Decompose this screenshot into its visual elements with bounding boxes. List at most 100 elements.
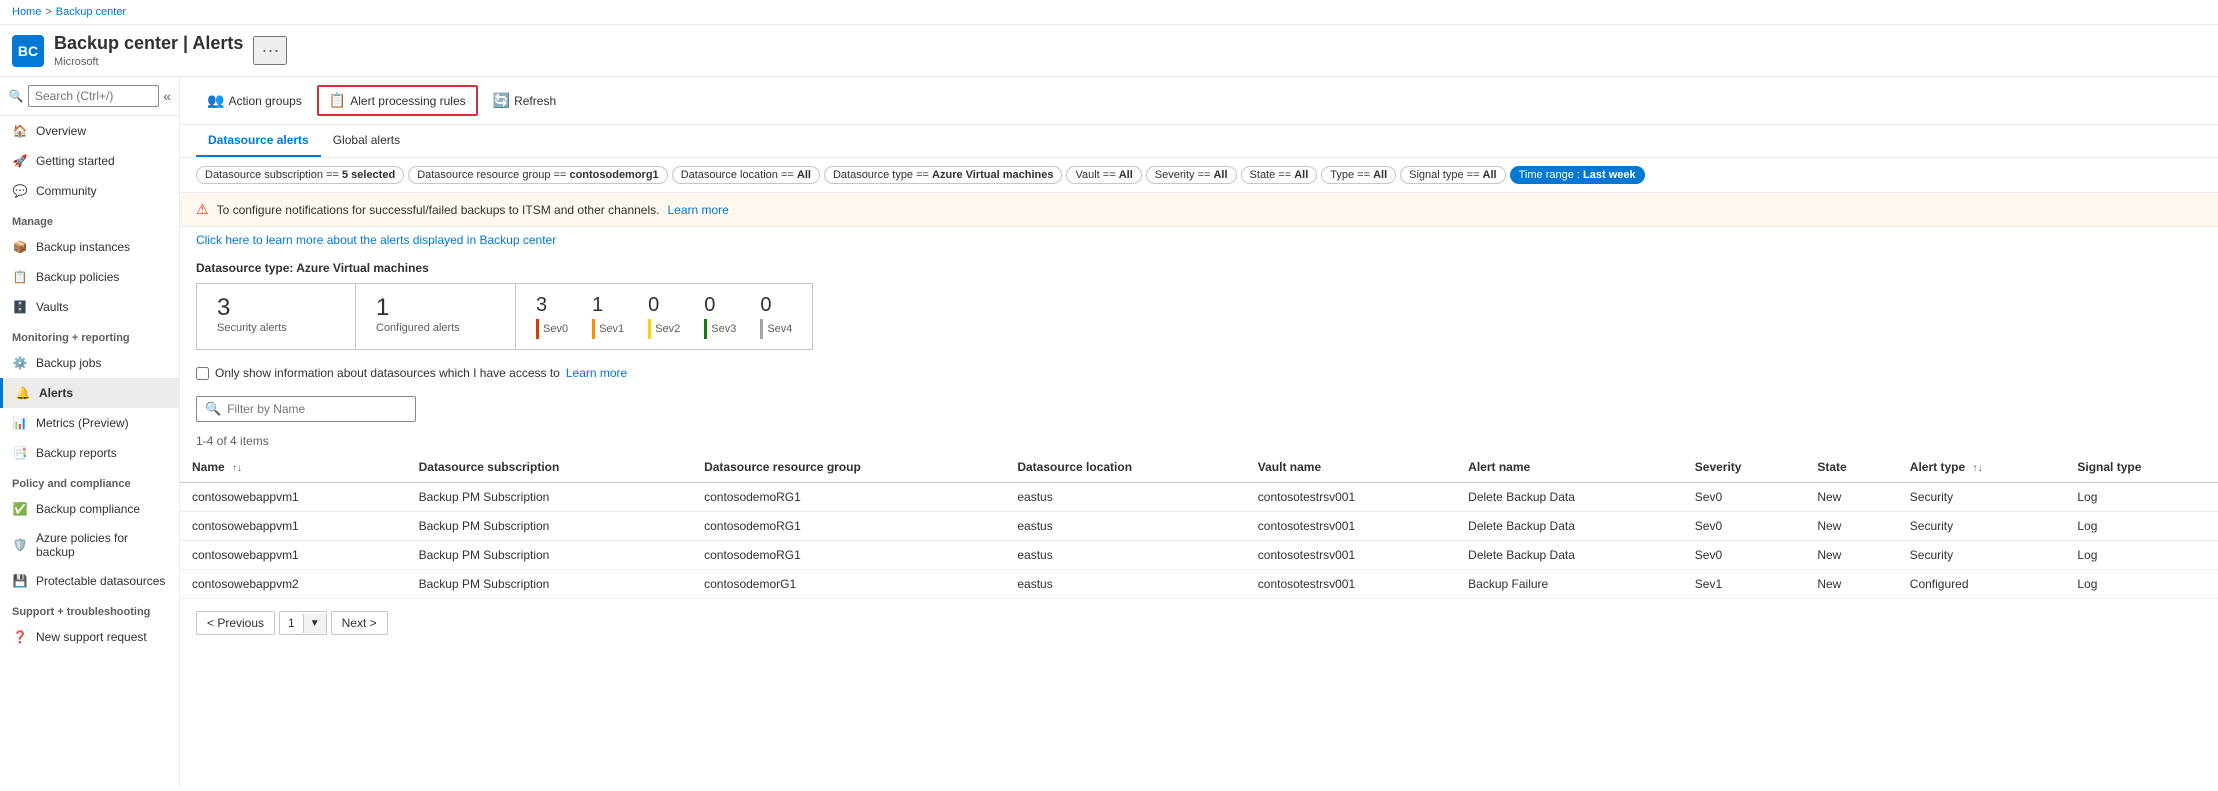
tab-datasource-alerts[interactable]: Datasource alerts <box>196 125 321 157</box>
cell-alert-name: Delete Backup Data <box>1456 541 1683 570</box>
getting-started-icon: 🚀 <box>12 153 28 169</box>
sidebar-item-overview[interactable]: 🏠 Overview <box>0 116 179 146</box>
col-header-subscription: Datasource subscription <box>407 452 692 483</box>
refresh-button[interactable]: 🔄 Refresh <box>482 86 567 115</box>
table-row[interactable]: contosowebappvm1Backup PM Subscriptionco… <box>180 512 2218 541</box>
col-header-alert-type[interactable]: Alert type ↑↓ <box>1898 452 2066 483</box>
sidebar-search-area: 🔍 « <box>0 77 179 116</box>
info-link[interactable]: Click here to learn more about the alert… <box>180 227 2218 253</box>
sidebar-item-label: Metrics (Preview) <box>36 416 129 430</box>
severity-bars: 3 Sev0 1 Sev1 0 <box>516 283 813 350</box>
cell-state: New <box>1805 483 1897 512</box>
next-button[interactable]: Next > <box>331 611 388 635</box>
sidebar-section-monitoring: Monitoring + reporting <box>0 322 179 348</box>
tab-global-alerts[interactable]: Global alerts <box>321 125 412 157</box>
refresh-label: Refresh <box>514 94 556 108</box>
filter-resource-group[interactable]: Datasource resource group == contosodemo… <box>408 166 668 184</box>
summary-card-security[interactable]: 3 Security alerts <box>196 283 356 350</box>
cell-severity: Sev0 <box>1683 483 1806 512</box>
col-header-location: Datasource location <box>1005 452 1245 483</box>
sort-icon-name: ↑↓ <box>232 463 242 474</box>
filter-signal-type[interactable]: Signal type == All <box>1400 166 1505 184</box>
cell-alert-type: Security <box>1898 512 2066 541</box>
filter-time-range[interactable]: Time range : Last week <box>1510 166 1645 184</box>
more-button[interactable]: ··· <box>253 36 287 65</box>
breadcrumb-current[interactable]: Backup center <box>56 6 126 18</box>
sev3-count: 0 <box>704 294 715 317</box>
page-chevron[interactable]: ▼ <box>303 614 326 633</box>
sidebar-section-manage: Manage <box>0 206 179 232</box>
sidebar-item-label: Protectable datasources <box>36 574 165 588</box>
access-filter-checkbox[interactable] <box>196 367 209 380</box>
app-icon: BC <box>12 35 44 67</box>
sidebar: 🔍 « 🏠 Overview 🚀 Getting started 💬 Commu… <box>0 77 180 786</box>
sev0-count: 3 <box>536 294 547 317</box>
sidebar-item-backup-compliance[interactable]: ✅ Backup compliance <box>0 494 179 524</box>
sidebar-item-new-support[interactable]: ❓ New support request <box>0 622 179 652</box>
sev4-label: Sev4 <box>767 323 792 335</box>
alert-banner-link[interactable]: Learn more <box>667 203 728 217</box>
sidebar-item-azure-policies[interactable]: 🛡️ Azure policies for backup <box>0 524 179 566</box>
filter-subscription[interactable]: Datasource subscription == 5 selected <box>196 166 404 184</box>
access-filter-label: Only show information about datasources … <box>215 366 560 380</box>
sidebar-collapse-button[interactable]: « <box>163 88 171 104</box>
cell-name: contosowebappvm2 <box>180 570 407 599</box>
alert-processing-rules-button[interactable]: 📋 Alert processing rules <box>317 85 478 116</box>
app-header: BC Backup center | Alerts Microsoft ··· <box>0 25 2218 77</box>
sidebar-item-protectable-datasources[interactable]: 💾 Protectable datasources <box>0 566 179 596</box>
azure-policies-icon: 🛡️ <box>12 537 28 553</box>
cell-resource-group: contosodemoRG1 <box>692 483 1005 512</box>
filter-type[interactable]: Type == All <box>1321 166 1396 184</box>
cell-vault-name: contosotestrsv001 <box>1246 483 1456 512</box>
sidebar-item-alerts[interactable]: 🔔 Alerts <box>0 378 179 408</box>
cell-state: New <box>1805 512 1897 541</box>
table-row[interactable]: contosowebappvm1Backup PM Subscriptionco… <box>180 541 2218 570</box>
filter-location[interactable]: Datasource location == All <box>672 166 820 184</box>
sidebar-item-vaults[interactable]: 🗄️ Vaults <box>0 292 179 322</box>
action-groups-label: Action groups <box>228 94 301 108</box>
refresh-icon: 🔄 <box>493 92 510 109</box>
col-header-vault-name: Vault name <box>1246 452 1456 483</box>
filter-input-wrapper: 🔍 <box>196 396 416 422</box>
sev1-item: 1 Sev1 <box>592 294 624 339</box>
sev2-count: 0 <box>648 294 659 317</box>
filter-datasource-type[interactable]: Datasource type == Azure Virtual machine… <box>824 166 1063 184</box>
toolbar: 👥 Action groups 📋 Alert processing rules… <box>180 77 2218 125</box>
access-filter-link[interactable]: Learn more <box>566 366 627 380</box>
previous-button[interactable]: < Previous <box>196 611 275 635</box>
summary-cards: 3 Security alerts 1 Configured alerts 3 … <box>196 283 2202 350</box>
sidebar-item-label: Alerts <box>39 386 73 400</box>
col-header-name[interactable]: Name ↑↓ <box>180 452 407 483</box>
search-input[interactable] <box>28 85 159 107</box>
sidebar-item-backup-reports[interactable]: 📑 Backup reports <box>0 438 179 468</box>
action-groups-button[interactable]: 👥 Action groups <box>196 86 313 115</box>
sidebar-item-community[interactable]: 💬 Community <box>0 176 179 206</box>
sidebar-item-label: Getting started <box>36 154 115 168</box>
cell-alert-name: Delete Backup Data <box>1456 483 1683 512</box>
summary-card-configured[interactable]: 1 Configured alerts <box>356 283 516 350</box>
cell-signal-type: Log <box>2065 483 2218 512</box>
page-select[interactable]: 1 ▼ <box>279 611 327 635</box>
sidebar-item-label: Overview <box>36 124 86 138</box>
alert-banner-text: To configure notifications for successfu… <box>217 203 660 217</box>
sidebar-item-label: Vaults <box>36 300 68 314</box>
sev3-bar <box>704 319 707 339</box>
cell-subscription: Backup PM Subscription <box>407 512 692 541</box>
sidebar-item-label: Backup instances <box>36 240 130 254</box>
filter-state[interactable]: State == All <box>1241 166 1318 184</box>
cell-name: contosowebappvm1 <box>180 541 407 570</box>
alert-banner: ⚠ To configure notifications for success… <box>180 193 2218 227</box>
filter-vault[interactable]: Vault == All <box>1066 166 1141 184</box>
sidebar-item-metrics[interactable]: 📊 Metrics (Preview) <box>0 408 179 438</box>
filter-by-name-input[interactable] <box>227 402 407 416</box>
sidebar-item-backup-instances[interactable]: 📦 Backup instances <box>0 232 179 262</box>
alerts-icon: 🔔 <box>15 385 31 401</box>
breadcrumb-home[interactable]: Home <box>12 6 41 18</box>
filter-severity[interactable]: Severity == All <box>1146 166 1237 184</box>
table-row[interactable]: contosowebappvm2Backup PM Subscriptionco… <box>180 570 2218 599</box>
security-alerts-count: 3 <box>217 294 335 322</box>
sidebar-item-getting-started[interactable]: 🚀 Getting started <box>0 146 179 176</box>
sidebar-item-backup-jobs[interactable]: ⚙️ Backup jobs <box>0 348 179 378</box>
table-row[interactable]: contosowebappvm1Backup PM Subscriptionco… <box>180 483 2218 512</box>
sidebar-item-backup-policies[interactable]: 📋 Backup policies <box>0 262 179 292</box>
